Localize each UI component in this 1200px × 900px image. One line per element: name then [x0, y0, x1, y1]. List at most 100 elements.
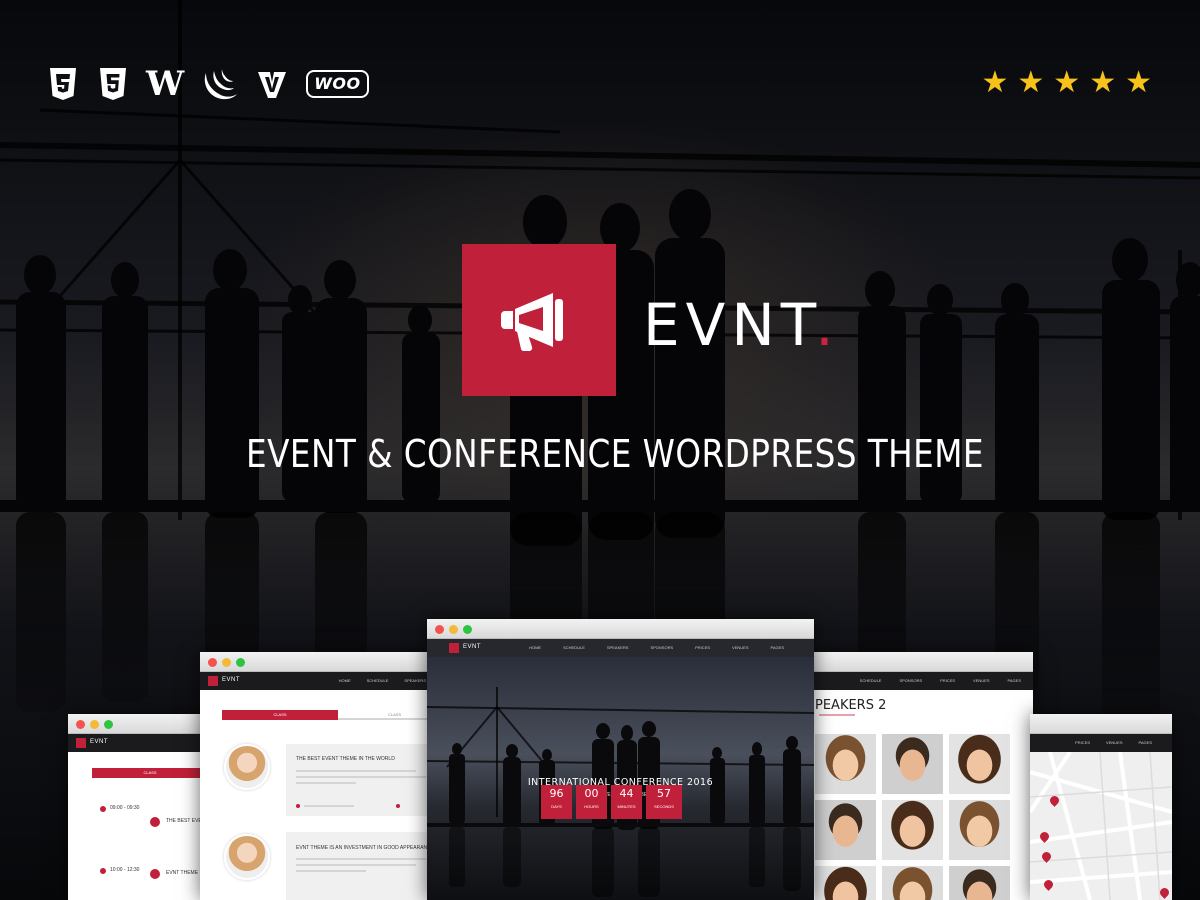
minimize-dot	[449, 625, 458, 634]
countdown-unit: DAYS	[551, 804, 562, 809]
html5-icon	[98, 66, 128, 102]
maximize-dot	[463, 625, 472, 634]
text-line	[296, 870, 366, 872]
text-line	[296, 858, 426, 860]
countdown-value: 57	[657, 787, 671, 800]
nav-link: SPONSORS	[899, 678, 923, 683]
conference-hero: INTERNATIONAL CONFERENCE 2016 26-29 NOVE…	[427, 657, 814, 900]
speaker-photo	[949, 734, 1010, 794]
minimize-dot	[90, 720, 99, 729]
speaker-photo	[882, 734, 943, 794]
tab-active: CLASS	[222, 710, 338, 720]
countdown-unit: HOURS	[584, 804, 599, 809]
browser-chrome	[200, 652, 436, 672]
star-icon: ★	[1125, 65, 1152, 100]
browser-chrome	[427, 619, 814, 639]
megaphone-icon	[501, 293, 563, 352]
tab-inactive: CLASS	[388, 712, 402, 717]
speaker-grid	[815, 734, 1010, 900]
text-line	[296, 776, 426, 778]
post-title: EVNT THEME IS AN INVESTMENT IN GOOD APPE…	[296, 845, 435, 851]
nav-link: PAGES	[770, 645, 785, 650]
subheading-line	[819, 714, 855, 716]
site-nav: EVNT HOME SCHEDULE SPEAKERS	[200, 672, 436, 690]
countdown-value: 96	[549, 787, 564, 800]
speaker-photo	[815, 866, 876, 900]
nav-items: HOME SCHEDULE SPEAKERS SPONSORS PRICES V…	[529, 645, 784, 650]
nav-link: HOME	[338, 678, 351, 683]
nav-link: HOME	[529, 645, 542, 650]
nav-link: PRICES	[695, 645, 711, 650]
browser-chrome	[1030, 714, 1172, 734]
map-streets	[1030, 752, 1172, 900]
schedule-tab: CLASS	[92, 768, 208, 778]
close-dot	[435, 625, 444, 634]
nav-link: PAGES	[1007, 678, 1022, 683]
meta-icon	[396, 804, 400, 808]
site-nav: EVNT HOME SCHEDULE SPEAKERS SPONSORS PRI…	[427, 639, 814, 657]
nav-link: VENUES	[732, 645, 749, 650]
countdown: 96 DAYS 00 HOURS 44 MINUTES 57 SECONDS	[541, 785, 682, 819]
mini-brand: EVNT	[90, 739, 109, 745]
mini-logo-icon	[208, 676, 218, 686]
browser-chrome	[68, 714, 208, 734]
nav-link: PAGES	[1138, 740, 1153, 745]
technology-badges: W WOO	[46, 66, 369, 102]
woocommerce-icon: WOO	[306, 70, 369, 98]
nav-link: PRICES	[1075, 740, 1091, 745]
rating-stars: ★ ★ ★ ★ ★	[981, 66, 1152, 100]
time-dot-icon	[100, 868, 106, 874]
countdown-value: 00	[584, 787, 599, 800]
schedule-marker-icon	[150, 817, 160, 827]
schedule-marker-icon	[150, 869, 160, 879]
mini-brand: EVNT	[463, 644, 482, 650]
star-icon: ★	[981, 65, 1009, 100]
preview-map-window: PRICES VENUES PAGES	[1030, 714, 1172, 900]
nav-items: SCHEDULE SPONSORS PRICES VENUES PAGES	[860, 678, 1021, 683]
speaker-photo	[815, 800, 876, 860]
mini-logo-icon	[76, 738, 86, 748]
nav-link: VENUES	[973, 678, 990, 683]
countdown-value: 44	[619, 787, 634, 800]
schedule-time: 09:00 - 09:30	[110, 805, 140, 811]
nav-items: HOME SCHEDULE SPEAKERS	[339, 678, 426, 683]
countdown-unit: SECONDS	[654, 804, 674, 809]
brand-text: EVNT	[643, 291, 816, 359]
author-avatar	[224, 744, 270, 790]
nav-link: PRICES	[940, 678, 956, 683]
countdown-unit: MINUTES	[617, 804, 636, 809]
maximize-dot	[104, 720, 113, 729]
nav-items: PRICES VENUES PAGES	[1075, 740, 1152, 745]
post-title: THE BEST EVENT THEME IN THE WORLD	[296, 756, 395, 762]
nav-link: VENUES	[1106, 740, 1123, 745]
preview-speakers-window: SCHEDULE SPONSORS PRICES VENUES PAGES PE…	[813, 652, 1033, 900]
text-line	[296, 770, 416, 772]
tab-underline	[338, 718, 436, 720]
minimize-dot	[222, 658, 231, 667]
preview-blog-window: EVNT HOME SCHEDULE SPEAKERS CLASS CLASS …	[200, 652, 436, 900]
nav-link: SPEAKERS	[404, 678, 426, 683]
brand-dot: .	[815, 291, 840, 359]
nav-link: SCHEDULE	[563, 645, 585, 650]
site-nav: PRICES VENUES PAGES	[1030, 734, 1172, 752]
venue-map	[1030, 752, 1172, 900]
schedule-time: 10:00 - 12:30	[110, 867, 140, 873]
meta-icon	[296, 804, 300, 808]
mini-logo-icon	[449, 643, 459, 653]
css3-icon	[46, 66, 80, 102]
brand-name: EVNT.	[643, 292, 840, 358]
logo-mark	[462, 244, 616, 396]
maximize-dot	[236, 658, 245, 667]
preview-schedule-window: EVNT CLASS 09:00 - 09:30 THE BEST EVE 10…	[68, 714, 208, 900]
time-dot-icon	[100, 806, 106, 812]
browser-chrome	[813, 652, 1033, 672]
preview-home-window: INTERNATIONAL CONFERENCE 2016 26-29 NOVE…	[427, 619, 814, 900]
nav-link: SPONSORS	[650, 645, 674, 650]
star-icon: ★	[1053, 65, 1081, 100]
speaker-photo	[815, 734, 876, 794]
site-nav: SCHEDULE SPONSORS PRICES VENUES PAGES	[813, 672, 1033, 690]
text-line	[296, 782, 356, 784]
countdown-hours: 00 HOURS	[576, 785, 607, 819]
countdown-seconds: 57 SECONDS	[646, 785, 682, 819]
nav-link: SPEAKERS	[606, 645, 629, 650]
